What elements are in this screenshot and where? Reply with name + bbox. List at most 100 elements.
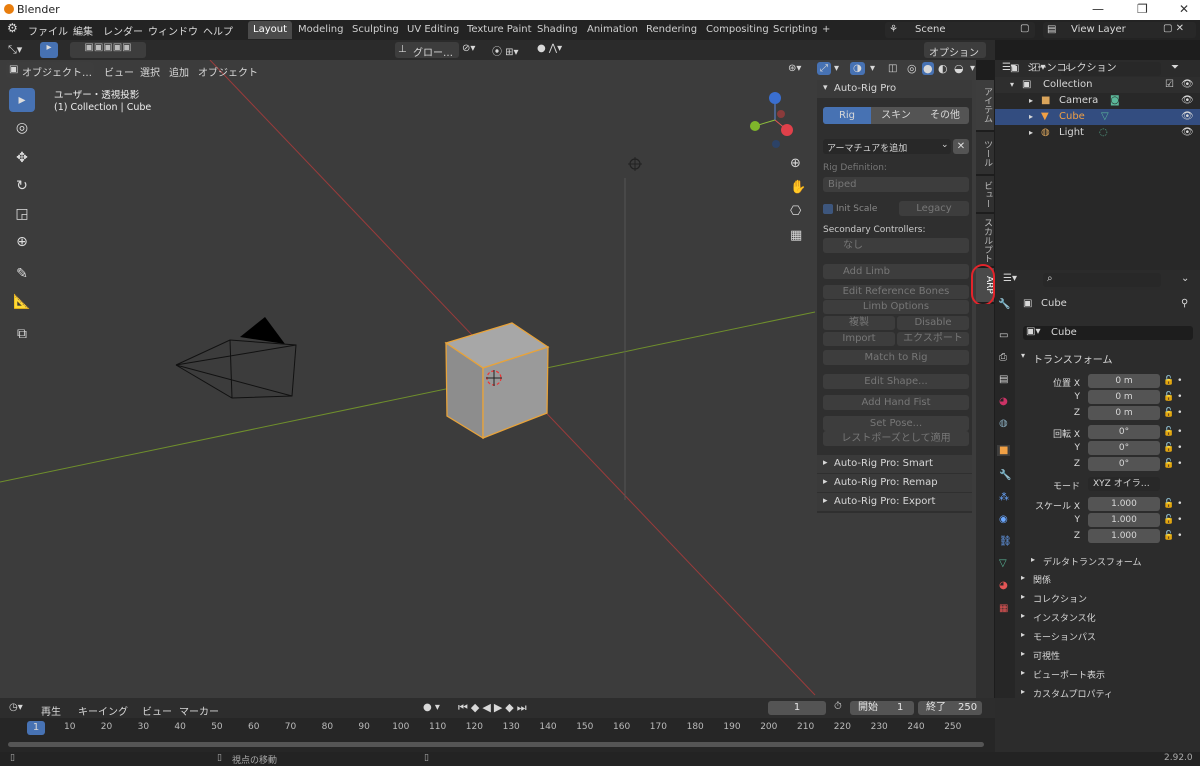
set-pose-button[interactable]: Set Pose... — [823, 416, 969, 431]
overlay-icon[interactable]: ◑ — [850, 62, 865, 75]
menu-window[interactable]: ウィンドウ — [148, 23, 198, 38]
location-y-field[interactable]: 0 m — [1088, 390, 1160, 404]
timeline-menu-view[interactable]: ビュー — [142, 703, 172, 718]
eye-icon[interactable]: 👁 — [1181, 77, 1194, 93]
tab-scripting[interactable]: Scripting — [768, 21, 822, 39]
rotation-z-field[interactable]: 0° — [1088, 457, 1160, 471]
record-icon[interactable]: ● ▾ — [423, 702, 440, 713]
tab-modeling[interactable]: Modeling — [293, 21, 349, 39]
arp-tab-rig[interactable]: Rig — [823, 107, 871, 124]
match-to-rig-button[interactable]: Match to Rig — [823, 350, 969, 365]
lock-icon[interactable]: 🔓 • — [1163, 459, 1182, 469]
side-tab-item[interactable]: アイテム — [976, 80, 994, 130]
select-box-icon[interactable]: ▸ — [40, 42, 58, 58]
side-tab-sculpt[interactable]: スカルプト — [976, 214, 994, 266]
rig-definition-select[interactable]: Biped — [823, 177, 969, 192]
tool-properties-icon[interactable]: 🔧 — [998, 299, 1010, 310]
scene-selector[interactable]: ⚘ Scene ▢ — [885, 22, 1035, 38]
object-properties-icon[interactable]: ■ — [997, 445, 1011, 456]
transform-orientation-select[interactable]: ⊥ グロー… — [395, 42, 459, 59]
scale-z-field[interactable]: 1.000 — [1088, 529, 1160, 543]
eye-icon[interactable]: 👁 — [1181, 93, 1194, 109]
viewport-menu-add[interactable]: 追加 — [169, 64, 189, 79]
mesh-data-icon[interactable]: ▽ — [1101, 109, 1109, 125]
rotation-mode-select[interactable]: XYZ オイラ… — [1088, 477, 1160, 491]
minimize-icon[interactable]: — — [1092, 2, 1104, 16]
arp-panel-header[interactable]: ▾ Auto-Rig Pro — [817, 80, 972, 98]
modifier-properties-icon[interactable]: 🔧 — [999, 470, 1011, 481]
tab-shading[interactable]: Shading — [532, 21, 583, 39]
visibility-icon[interactable]: ⊛▾ — [788, 63, 801, 74]
viewport-menu-view[interactable]: ビュー — [104, 64, 134, 79]
secondary-controllers-select[interactable]: なし — [823, 238, 969, 253]
world-properties-icon[interactable]: ◍ — [999, 418, 1008, 429]
overlay-dropdown-icon[interactable]: ▾ — [870, 63, 875, 74]
transform-tool-icon[interactable]: ⊕ — [9, 230, 35, 254]
expand-arrow-icon[interactable]: ▸ — [1029, 125, 1033, 141]
timeline-menu-playback[interactable]: 再生 — [41, 703, 61, 718]
start-frame-field[interactable]: 開始 1 — [850, 701, 914, 715]
shading-wire-icon[interactable]: ◎ — [907, 62, 917, 75]
lock-icon[interactable]: 🔓 • — [1163, 443, 1182, 453]
menu-file[interactable]: ファイル — [28, 23, 68, 38]
section-collections[interactable]: ▸ コレクション — [1019, 591, 1199, 605]
view-layer-selector[interactable]: ▤ View Layer ▢ ✕ — [1043, 22, 1196, 38]
side-tab-tool[interactable]: ツール — [976, 132, 994, 174]
output-properties-icon[interactable]: ⎙ — [999, 352, 1007, 363]
constraint-properties-icon[interactable]: ⛓ — [999, 536, 1012, 547]
duplicate-button[interactable]: 複製 — [823, 316, 895, 330]
playback-controls-icon[interactable]: ⏮◆◀▶◆⏭ — [458, 701, 530, 715]
add-limb-dropdown[interactable]: Add Limb — [823, 264, 969, 279]
viewport-menu-select[interactable]: 選択 — [140, 64, 160, 79]
cursor-tool-icon[interactable]: ◎ — [9, 116, 35, 140]
outliner-item-camera[interactable]: ▸ ■ Camera ◙ 👁 — [995, 93, 1200, 109]
snap-icon[interactable]: ⦿ ⊞▾ — [492, 43, 519, 58]
annotate-tool-icon[interactable]: ✎ — [9, 262, 35, 286]
light-data-icon[interactable]: ◌ — [1099, 125, 1108, 141]
expand-arrow-icon[interactable]: ▸ — [1029, 93, 1033, 109]
shading-render-icon[interactable]: ◒ — [954, 62, 964, 75]
location-z-field[interactable]: 0 m — [1088, 406, 1160, 420]
arp-remap-header[interactable]: ▸ Auto-Rig Pro: Remap — [817, 474, 972, 492]
section-relations[interactable]: ▸ 関係 — [1019, 572, 1199, 586]
physics-properties-icon[interactable]: ◉ — [999, 514, 1008, 525]
shading-material-icon[interactable]: ◐ — [938, 62, 948, 75]
xray-icon[interactable]: ◫ — [888, 63, 897, 74]
menu-render[interactable]: レンダー — [103, 23, 143, 38]
section-viewport-display[interactable]: ▸ ビューポート表示 — [1019, 667, 1199, 681]
close-icon[interactable]: ✕ — [1179, 2, 1189, 16]
selection-mode-icons[interactable]: ▣▣▣▣▣ — [70, 42, 146, 58]
editor-type-icon[interactable]: ⤡▾ — [8, 43, 22, 57]
outliner-root-row[interactable]: ▣ シーンコレクション — [995, 61, 1200, 77]
view-layer-properties-icon[interactable]: ▤ — [999, 374, 1008, 385]
expand-arrow-icon[interactable]: ▸ — [1029, 109, 1033, 125]
measure-tool-icon[interactable]: 📐 — [9, 290, 35, 314]
navigation-gizmo[interactable] — [745, 90, 805, 150]
lock-icon[interactable]: 🔓 • — [1163, 531, 1182, 541]
arp-tab-misc[interactable]: その他 — [921, 107, 969, 124]
lock-icon[interactable]: 🔓 • — [1163, 376, 1182, 386]
scale-tool-icon[interactable]: ◲ — [9, 202, 35, 226]
add-armature-dropdown[interactable]: アーマチュアを追加 ⌄ — [823, 139, 951, 154]
tab-compositing[interactable]: Compositing — [701, 21, 774, 39]
collapse-arrow-icon[interactable]: ▾ — [1010, 77, 1014, 93]
shading-solid-icon[interactable]: ● — [922, 62, 934, 75]
lock-icon[interactable]: 🔓 • — [1163, 408, 1182, 418]
edit-reference-bones-button[interactable]: Edit Reference Bones — [823, 285, 969, 299]
timeline-editor-icon[interactable]: ◷▾ — [9, 702, 23, 713]
edit-shape-button[interactable]: Edit Shape... — [823, 374, 969, 389]
properties-editor-icon[interactable]: ☰▾ — [1003, 273, 1017, 284]
add-cube-tool-icon[interactable]: ⧉ — [9, 322, 35, 346]
material-properties-icon[interactable]: ◕ — [999, 580, 1008, 591]
init-scale-checkbox[interactable] — [823, 204, 833, 214]
export-button[interactable]: エクスポート — [897, 332, 969, 346]
frame-marker[interactable]: 1 — [27, 721, 45, 735]
lock-icon[interactable]: 🔓 • — [1163, 392, 1182, 402]
outliner-collection-row[interactable]: ▾ ▣ Collection ☑ 👁 — [995, 77, 1200, 93]
exclude-checkbox[interactable]: ☑ — [1165, 77, 1174, 93]
rotate-tool-icon[interactable]: ↻ — [9, 174, 35, 198]
camera-data-icon[interactable]: ◙ — [1110, 93, 1120, 109]
pivot-icon[interactable]: ⊘▾ — [462, 43, 475, 54]
tab-texture-paint[interactable]: Texture Paint — [462, 21, 537, 39]
timeline-menu-marker[interactable]: マーカー — [179, 703, 219, 718]
